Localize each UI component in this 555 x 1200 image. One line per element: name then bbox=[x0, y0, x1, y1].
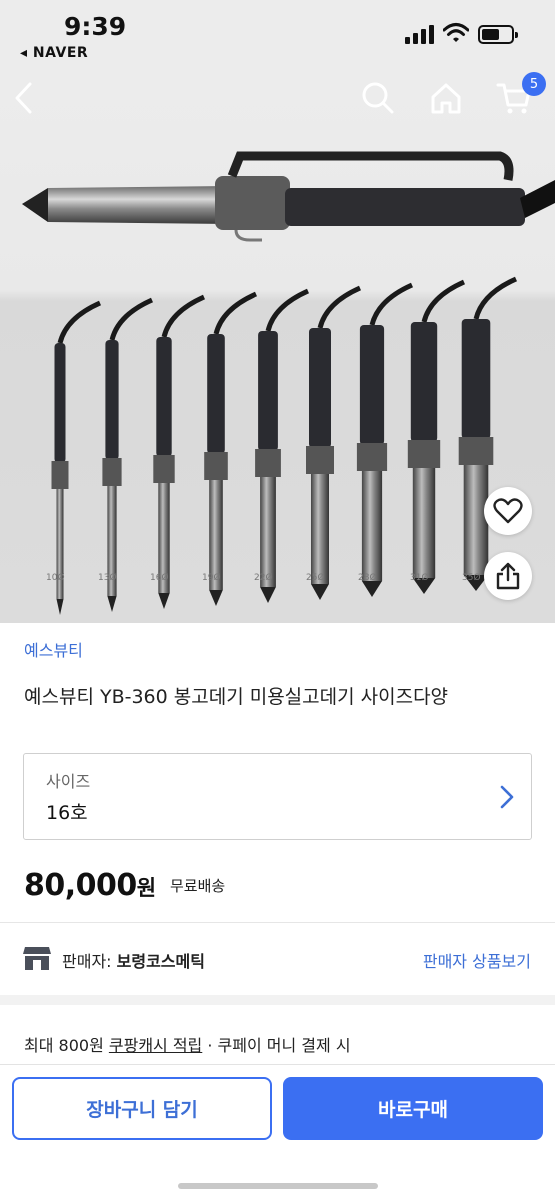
iron-clamp bbox=[153, 455, 175, 483]
size-label: 16Ø bbox=[150, 573, 169, 583]
size-label: 25Ø bbox=[306, 573, 325, 583]
cord bbox=[369, 282, 414, 326]
cashback-prefix: 최대 800원 bbox=[24, 1036, 109, 1055]
shipping-info: 무료배송 bbox=[170, 877, 226, 895]
size-label: 10Ø bbox=[46, 573, 65, 583]
irons-row bbox=[51, 276, 518, 615]
section-divider bbox=[0, 995, 555, 1005]
cart-count-badge: 5 bbox=[522, 72, 546, 96]
size-label: 35Ø bbox=[462, 573, 481, 583]
back-arrow-icon bbox=[15, 82, 32, 114]
seller-info: 판매자: 보령코스메틱 bbox=[62, 948, 205, 972]
iron-clamp bbox=[458, 437, 494, 465]
seller-name: 보령코스메틱 bbox=[116, 952, 205, 971]
cashback-suffix: · 쿠페이 머니 결제 시 bbox=[202, 1036, 351, 1055]
seller-products-link[interactable]: 판매자 상품보기 bbox=[423, 948, 531, 972]
back-button[interactable] bbox=[2, 76, 46, 120]
search-button[interactable] bbox=[356, 76, 400, 120]
wishlist-button[interactable] bbox=[484, 487, 532, 535]
coupang-cash-link[interactable]: 쿠팡캐시 적립 bbox=[109, 1036, 202, 1055]
size-label: 31Ø bbox=[410, 573, 429, 583]
store-icon bbox=[23, 947, 51, 970]
iron-barrel bbox=[463, 465, 489, 575]
search-icon bbox=[362, 82, 394, 114]
brand-link[interactable]: 예스뷰티 bbox=[24, 637, 83, 661]
iron-handle bbox=[359, 325, 385, 445]
iron-tip bbox=[158, 593, 170, 609]
cord bbox=[473, 276, 518, 320]
status-bar: 9:39 ◂ NAVER bbox=[0, 0, 555, 68]
cord bbox=[213, 291, 258, 335]
iron-tip bbox=[56, 599, 64, 615]
buy-now-button[interactable]: 바로구매 bbox=[283, 1077, 543, 1140]
iron-handle bbox=[207, 334, 225, 454]
size-label: 13Ø bbox=[98, 573, 117, 583]
cord bbox=[421, 279, 466, 323]
iron-handle bbox=[461, 319, 491, 439]
status-time: 9:39 bbox=[64, 12, 127, 41]
iron-clamp bbox=[102, 458, 122, 486]
option-label: 사이즈 bbox=[46, 772, 91, 791]
battery-icon bbox=[478, 25, 518, 44]
divider bbox=[0, 922, 555, 923]
iron-tip bbox=[209, 590, 223, 606]
home-button[interactable] bbox=[424, 76, 468, 120]
iron-clamp bbox=[204, 452, 228, 480]
size-option-selector[interactable]: 사이즈 16호 bbox=[23, 753, 532, 840]
iron-tip bbox=[107, 596, 117, 612]
home-icon bbox=[431, 83, 461, 114]
product-price: 80,000원 bbox=[24, 868, 156, 903]
heart-icon bbox=[493, 498, 523, 524]
chevron-right-icon bbox=[500, 785, 514, 809]
back-to-app-link[interactable]: ◂ NAVER bbox=[20, 45, 88, 61]
iron-barrel bbox=[260, 477, 276, 587]
cord bbox=[109, 297, 154, 341]
option-value: 16호 bbox=[46, 802, 88, 824]
iron-handle bbox=[258, 331, 278, 451]
product-title: 예스뷰티 YB-360 봉고데기 미용실고데기 사이즈다양 bbox=[24, 686, 449, 708]
size-label: 19Ø bbox=[202, 573, 221, 583]
size-label: 28Ø bbox=[358, 573, 377, 583]
iron-handle bbox=[309, 328, 331, 448]
product-image[interactable]: 10Ø 13Ø 16Ø 19Ø 22Ø 25Ø 28Ø 31Ø 35Ø bbox=[0, 68, 555, 623]
cord bbox=[161, 294, 206, 338]
share-button[interactable] bbox=[484, 552, 532, 600]
home-indicator bbox=[178, 1183, 378, 1189]
seller-label: 판매자: bbox=[62, 952, 117, 971]
iron-clamp bbox=[306, 446, 334, 474]
iron-clamp bbox=[255, 449, 281, 477]
iron-handle bbox=[105, 340, 119, 460]
iron-barrel bbox=[311, 474, 329, 584]
iron-tip bbox=[260, 587, 276, 603]
iron-handle bbox=[54, 343, 66, 463]
iron-clamp bbox=[407, 440, 441, 468]
share-icon bbox=[496, 562, 520, 590]
iron-handle bbox=[156, 337, 172, 457]
curling-iron-photo bbox=[22, 151, 555, 615]
iron-barrel bbox=[361, 471, 383, 581]
iron-barrel bbox=[412, 468, 436, 578]
cord bbox=[57, 300, 102, 344]
iron-clamp bbox=[356, 443, 388, 471]
add-to-cart-button[interactable]: 장바구니 담기 bbox=[12, 1077, 272, 1140]
size-label: 22Ø bbox=[254, 573, 273, 583]
bottom-action-bar: 장바구니 담기 바로구매 bbox=[0, 1064, 555, 1200]
cord bbox=[317, 285, 362, 329]
signal-icon bbox=[405, 24, 435, 44]
wifi-icon bbox=[443, 23, 469, 42]
iron-tip bbox=[311, 584, 329, 600]
iron-tip bbox=[361, 581, 383, 597]
iron-handle bbox=[410, 322, 438, 442]
price-unit: 원 bbox=[136, 876, 156, 900]
price-value: 80,000 bbox=[24, 868, 137, 903]
iron-clamp bbox=[51, 461, 69, 489]
cashback-info: 최대 800원 쿠팡캐시 적립 · 쿠페이 머니 결제 시 bbox=[24, 1032, 351, 1056]
cord bbox=[265, 288, 310, 332]
